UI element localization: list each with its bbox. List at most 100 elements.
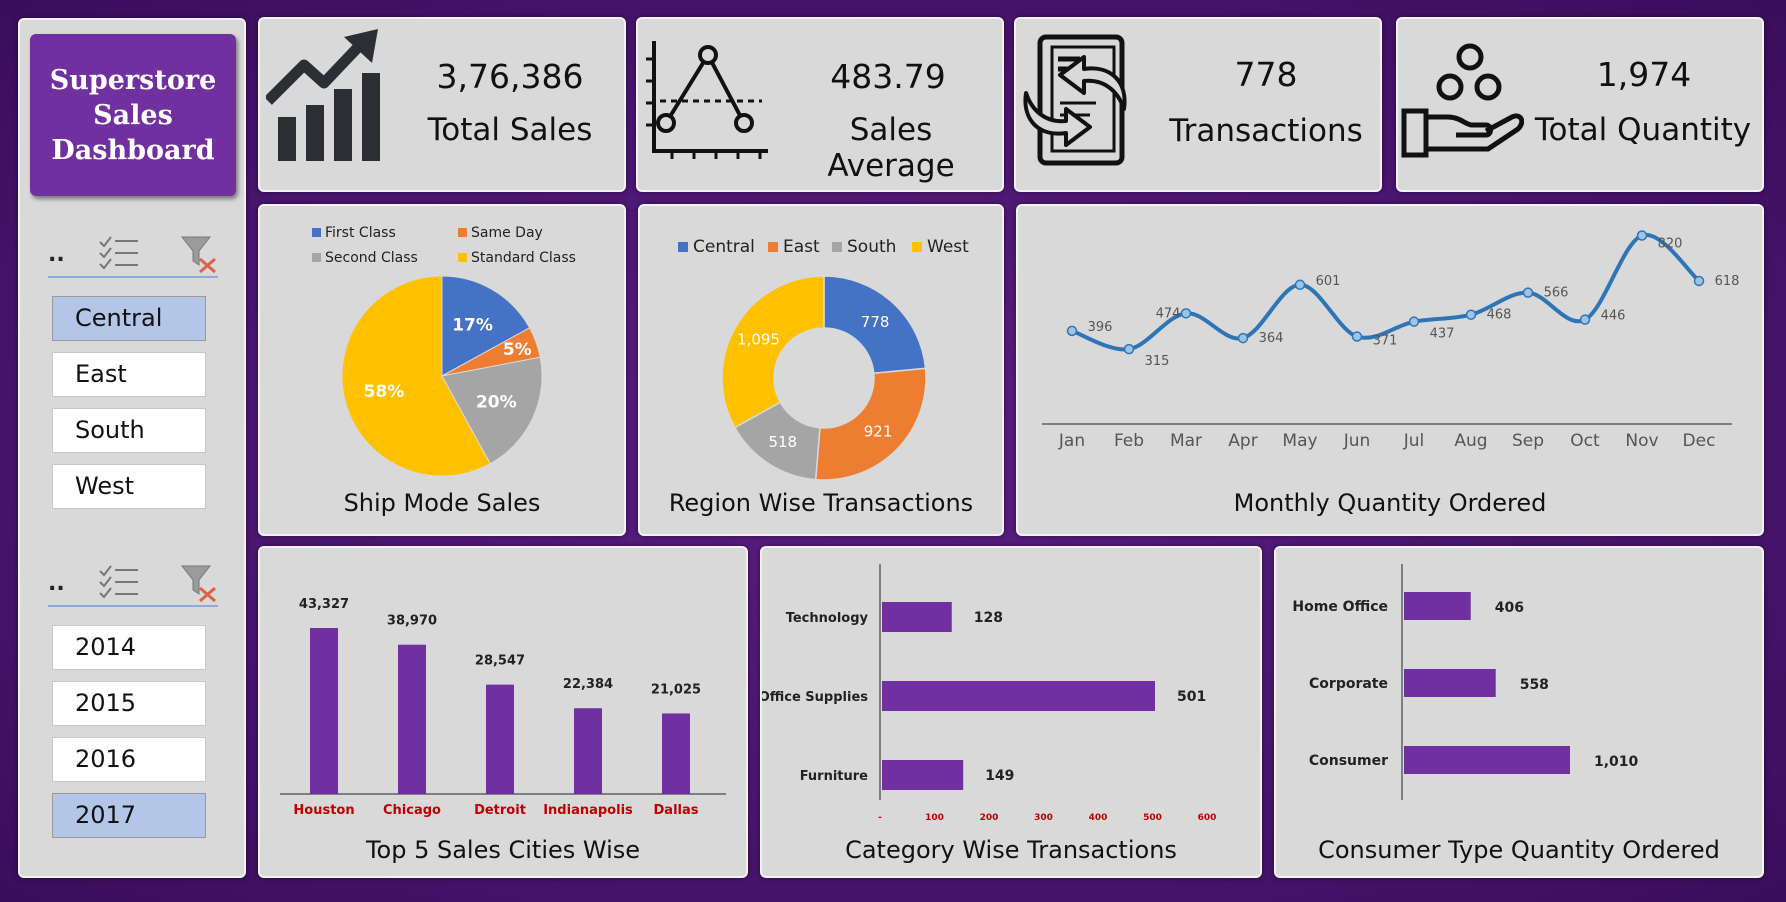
legend-swatch-second-class xyxy=(312,253,321,262)
chart-title: Region Wise Transactions xyxy=(668,489,974,517)
kpi-card-transactions: 778 Transactions xyxy=(1014,17,1382,192)
chart-title: Consumer Type Quantity Ordered xyxy=(1318,836,1720,864)
bar-data-label: 1,010 xyxy=(1594,754,1639,770)
legend-swatch-south xyxy=(832,242,842,252)
growth-chart-icon xyxy=(264,29,384,167)
slicer-item-central[interactable]: Central xyxy=(52,296,206,341)
bar-data-label: 501 xyxy=(1177,689,1206,705)
data-point-sep xyxy=(1522,287,1534,298)
chart-title: Category Wise Transactions xyxy=(845,836,1177,864)
slicer-item-2015[interactable]: 2015 xyxy=(52,681,206,726)
data-point-mar xyxy=(1180,308,1192,319)
legend-label-south: South xyxy=(847,237,896,257)
donut-data-label: 921 xyxy=(864,422,893,440)
x-tick-label: Jun xyxy=(1343,431,1371,451)
x-tick-label: Indianapolis xyxy=(543,803,633,818)
monthly-line-chart: Jan Feb Mar Apr May Jun Jul Aug Sep Oct Nov Dec 396 3… xyxy=(1042,230,1740,451)
line-data-label: 601 xyxy=(1316,274,1341,289)
x-tick-label: Jan xyxy=(1058,431,1085,451)
kpi-card-total-sales: 3,76,386 Total Sales xyxy=(258,17,626,192)
ship-mode-pie: First Class Same Day Second Class Standard … xyxy=(312,225,576,477)
line-data-label: 396 xyxy=(1088,320,1113,335)
slicer-item-south[interactable]: South xyxy=(52,408,206,453)
legend-swatch-west xyxy=(912,242,922,252)
title-line-3: Dashboard xyxy=(51,134,215,166)
line-data-label: 566 xyxy=(1544,286,1569,301)
series-line xyxy=(1071,233,1701,352)
line-data-label: 446 xyxy=(1601,309,1626,324)
ship-mode-chart: First Class Same Day Second Class Standard … xyxy=(258,204,626,536)
multi-select-icon[interactable] xyxy=(98,234,140,274)
x-tick-label: Sep xyxy=(1512,431,1544,451)
line-data-label: 364 xyxy=(1259,331,1284,346)
bar-dallas xyxy=(662,713,690,794)
category-transactions-chart: Technology 128 Office Supplies 501 Furniture… xyxy=(760,546,1262,878)
legend-swatch-east xyxy=(768,242,778,252)
bar-consumer xyxy=(1404,746,1570,774)
y-tick-label: Corporate xyxy=(1309,676,1388,692)
kpi-label: Sales Average xyxy=(827,112,955,184)
chart-title: Top 5 Sales Cities Wise xyxy=(365,836,641,864)
clear-filter-icon[interactable] xyxy=(180,234,220,278)
legend-label-west: West xyxy=(927,237,969,257)
region-donut: Central East South West 778 921 518 1,095 xyxy=(678,237,969,481)
x-tick-label: May xyxy=(1282,431,1317,451)
year-slicer-header: .. xyxy=(48,561,218,607)
kpi-label: Transactions xyxy=(1169,113,1363,149)
x-tick-label: Chicago xyxy=(383,803,441,818)
pie-data-label: 20% xyxy=(476,393,517,413)
kpi-value: 1,974 xyxy=(1596,55,1692,94)
legend-swatch-standard-class xyxy=(458,253,467,262)
bar-technology xyxy=(882,602,952,632)
filter-sidebar: Superstore Sales Dashboard .. Central Ea… xyxy=(18,18,246,878)
x-tick-label: - xyxy=(878,813,882,823)
x-tick-label: Dec xyxy=(1683,431,1716,451)
kpi-label: Total Sales xyxy=(427,112,593,148)
slicer-item-west[interactable]: West xyxy=(52,464,206,509)
x-tick-label: 200 xyxy=(980,813,999,823)
data-point-may xyxy=(1294,279,1306,291)
bar-houston xyxy=(310,628,338,794)
data-point-aug xyxy=(1465,309,1477,320)
line-data-label: 468 xyxy=(1487,308,1512,323)
donut-slice-west xyxy=(721,275,825,429)
bar-data-label: 43,327 xyxy=(299,597,349,612)
region-slicer-header: .. xyxy=(48,232,218,278)
data-point-feb xyxy=(1123,343,1135,355)
slicer-item-2016[interactable]: 2016 xyxy=(52,737,206,782)
multi-select-icon[interactable] xyxy=(98,563,140,603)
x-tick-label: Dallas xyxy=(654,803,699,818)
x-tick-label: Oct xyxy=(1570,431,1600,451)
pie-data-label: 17% xyxy=(452,315,493,335)
legend-label-east: East xyxy=(783,237,820,257)
line-data-label: 618 xyxy=(1715,274,1740,289)
region-transactions-chart: Central East South West 778 921 518 1,095 Regio… xyxy=(638,204,1004,536)
legend-label-standard-class: Standard Class xyxy=(471,250,576,266)
donut-data-label: 1,095 xyxy=(737,330,780,348)
pie-data-label: 5% xyxy=(503,340,532,360)
slicer-header-label: .. xyxy=(48,242,65,267)
consumer-bar-chart: Home Office 406 Corporate 558 Consumer 1,010 xyxy=(1292,564,1639,800)
consumer-type-chart: Home Office 406 Corporate 558 Consumer 1,010 … xyxy=(1274,546,1764,878)
pie-data-label: 58% xyxy=(364,382,405,402)
legend-label-central: Central xyxy=(693,237,755,257)
x-tick-label: Nov xyxy=(1625,431,1658,451)
kpi-value: 483.79 xyxy=(830,57,946,96)
data-point-jun xyxy=(1351,331,1363,342)
x-tick-label: Feb xyxy=(1114,431,1144,451)
slicer-item-2017[interactable]: 2017 xyxy=(52,793,206,838)
slicer-item-2014[interactable]: 2014 xyxy=(52,625,206,670)
line-data-label: 437 xyxy=(1430,327,1455,342)
slicer-item-east[interactable]: East xyxy=(52,352,206,397)
chart-title: Monthly Quantity Ordered xyxy=(1233,489,1547,517)
x-tick-label: 400 xyxy=(1089,813,1108,823)
clear-filter-icon[interactable] xyxy=(180,563,220,607)
legend-label-second-class: Second Class xyxy=(325,250,418,266)
x-tick-label: Houston xyxy=(293,803,354,818)
x-tick-label: Mar xyxy=(1170,431,1202,451)
slicer-header-label: .. xyxy=(48,571,65,596)
data-point-jan xyxy=(1066,325,1078,337)
legend-swatch-central xyxy=(678,242,688,252)
bar-data-label: 128 xyxy=(974,610,1003,626)
line-data-label: 371 xyxy=(1373,334,1398,349)
